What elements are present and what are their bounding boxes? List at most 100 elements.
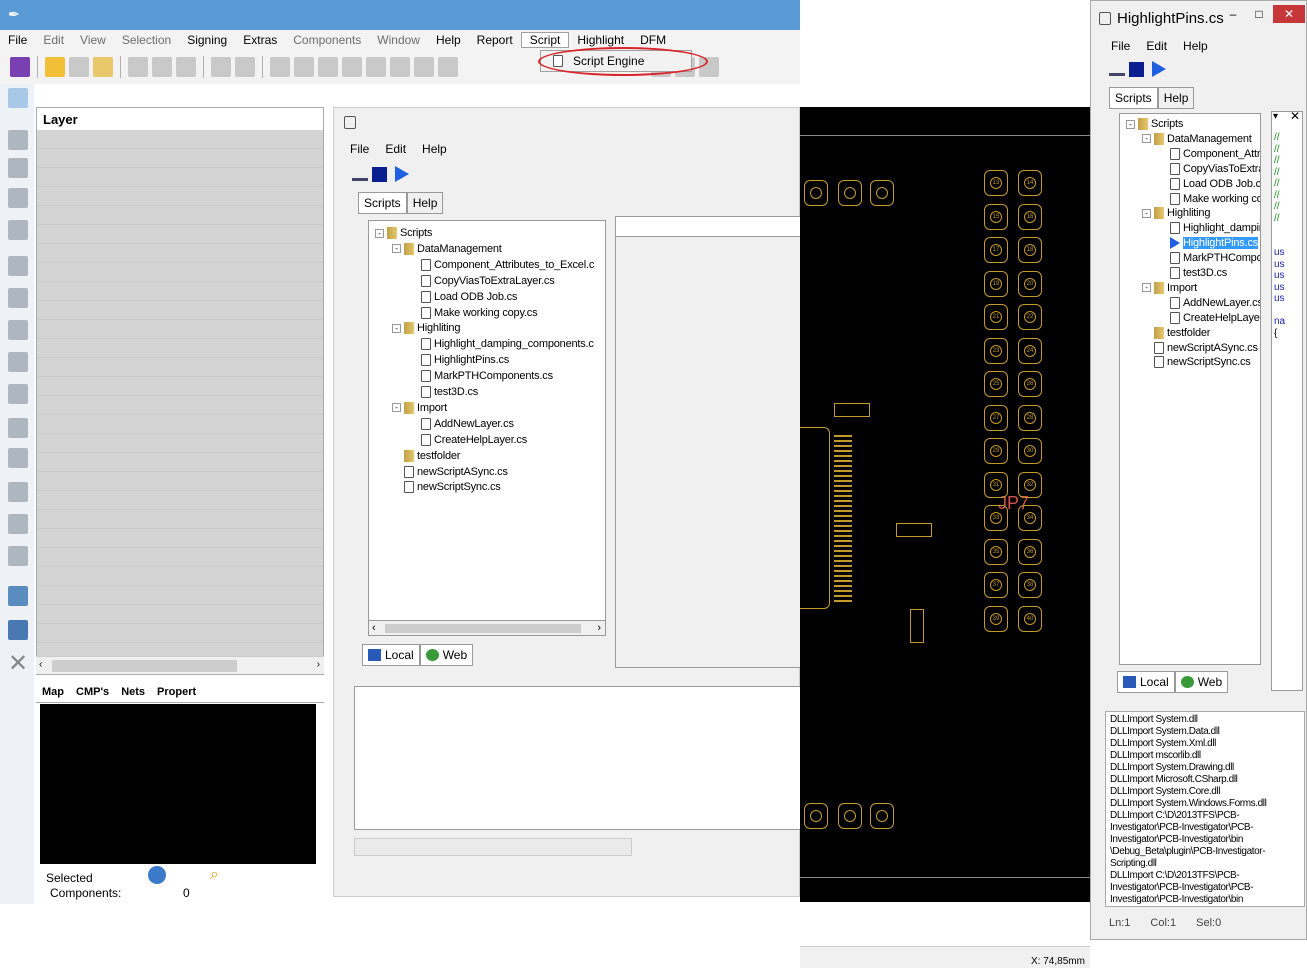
editor-tab-help[interactable]: Help	[406, 192, 444, 214]
menu-item-extras[interactable]: Extras	[235, 33, 285, 47]
expand-icon[interactable]: -	[1126, 119, 1135, 129]
menu-item-highlight[interactable]: Highlight	[569, 33, 632, 47]
route-icon[interactable]	[8, 188, 28, 208]
scroll-left-icon[interactable]: ‹	[372, 622, 376, 634]
expand-icon[interactable]: -	[392, 403, 401, 413]
menu-item-window[interactable]: Window	[369, 33, 428, 47]
pcb-pad[interactable]: 37	[984, 572, 1008, 598]
pcb-pad[interactable]: 27	[984, 404, 1008, 431]
pcb-pad[interactable]: 31	[984, 471, 1008, 498]
expand-icon[interactable]: -	[392, 323, 401, 333]
editor-menu-edit[interactable]: Edit	[385, 142, 406, 156]
expand-icon[interactable]: -	[392, 244, 401, 254]
close-button[interactable]: ✕	[1273, 5, 1305, 23]
tree-folder[interactable]: - Scripts	[375, 227, 432, 239]
star-icon[interactable]	[45, 57, 65, 77]
drill-icon[interactable]	[8, 352, 28, 372]
script-tree[interactable]: - Scripts - DataManagement Component_Attribu…	[368, 220, 606, 622]
table-icon[interactable]	[8, 448, 28, 468]
tree-hscroll[interactable]: ‹ ›	[368, 620, 606, 636]
expand-icon[interactable]: -	[1142, 208, 1151, 218]
tree-folder[interactable]: testfolder	[1142, 326, 1210, 339]
menu-item-components[interactable]: Components	[285, 33, 369, 47]
zoom-1-1-icon[interactable]	[342, 57, 362, 77]
menu-item-selection[interactable]: Selection	[114, 33, 179, 47]
tab-propert[interactable]: Propert	[151, 686, 202, 698]
pcb-pad[interactable]	[870, 803, 894, 829]
tree-script[interactable]: Make working cop	[1158, 192, 1260, 205]
select-up-icon[interactable]	[8, 130, 28, 150]
tree-script[interactable]: test3D.cs	[1158, 267, 1227, 279]
map-view[interactable]	[40, 704, 316, 864]
scroll-thumb[interactable]	[52, 660, 237, 672]
pcb-pad[interactable]	[838, 180, 862, 206]
tree-script[interactable]: CopyViasToExtraL	[1158, 162, 1260, 175]
measure-icon[interactable]	[390, 57, 410, 77]
menu-item-view[interactable]: View	[72, 33, 114, 47]
pcb-pad[interactable]: 17	[984, 237, 1008, 263]
pcb-pad[interactable]	[838, 803, 862, 829]
menu-item-dfm[interactable]: DFM	[632, 33, 674, 47]
build-icon[interactable]	[1109, 62, 1125, 76]
tree-script[interactable]: test3D.cs	[409, 386, 478, 398]
tree-folder[interactable]: - Import	[1142, 281, 1197, 294]
pcb-pad[interactable]: 36	[1018, 538, 1042, 565]
toolbar-icon[interactable]	[10, 57, 30, 77]
search-icon[interactable]	[176, 57, 196, 77]
pcb-pad[interactable]: 38	[1018, 572, 1042, 598]
tab-map[interactable]: Map	[36, 686, 70, 698]
layer-list[interactable]	[37, 130, 323, 674]
select-icon[interactable]	[8, 158, 28, 178]
editor-tab-web[interactable]: Web	[419, 644, 474, 666]
pcb-pad[interactable]: 24	[1018, 337, 1042, 364]
right-script-tree[interactable]: -Scripts-DataManagementComponent_Attribu…	[1119, 113, 1261, 665]
tree-script[interactable]: Component_Attributes_to_Excel.c	[409, 258, 594, 271]
chip-icon[interactable]	[8, 288, 28, 308]
right-menu-file[interactable]: File	[1111, 39, 1130, 53]
tab-cmps[interactable]: CMP's	[70, 686, 115, 698]
menu-item-file[interactable]: File	[0, 33, 35, 47]
run-icon[interactable]	[395, 166, 409, 182]
right-tab-web[interactable]: Web	[1174, 671, 1229, 693]
pcb-pad[interactable]: 29	[984, 438, 1008, 464]
tree-folder[interactable]: - DataManagement	[1142, 132, 1252, 145]
tree-script[interactable]: newScriptSync.cs	[392, 481, 501, 494]
pcb-canvas[interactable]: JP7 13 14 15 16 17 18 19 20 21 22 23 24 25 26 27 28 29 30…	[800, 107, 1090, 902]
expand-icon[interactable]: -	[1142, 134, 1151, 144]
globe-icon[interactable]	[148, 866, 166, 884]
pcb-pad[interactable]	[804, 180, 828, 206]
tree-folder[interactable]: - Highliting	[1142, 207, 1210, 220]
pcb-pad[interactable]: 39	[984, 605, 1008, 632]
folder-icon[interactable]	[93, 57, 113, 77]
tree-script[interactable]: CopyViasToExtraLayer.cs	[409, 274, 555, 287]
pcb-pad[interactable]: 32	[1018, 471, 1042, 498]
tree-script[interactable]: CreateHelpLayer.cs	[409, 433, 527, 446]
output-area[interactable]	[354, 686, 804, 830]
pcb-pad[interactable]: 23	[984, 337, 1008, 364]
pcb-pad[interactable]: 13	[984, 170, 1008, 196]
close-icon[interactable]: ✕	[8, 652, 28, 676]
layer-scrollbar[interactable]: ‹ ›	[36, 656, 324, 674]
pcb-pad[interactable]: 15	[984, 203, 1008, 230]
scroll-left-icon[interactable]: ‹	[39, 659, 42, 670]
expand-icon[interactable]: -	[375, 228, 384, 238]
list-icon[interactable]	[8, 320, 28, 340]
camera-icon[interactable]	[8, 482, 28, 502]
menu-item-signing[interactable]: Signing	[179, 33, 235, 47]
pcb-pad[interactable]: 33	[984, 505, 1008, 531]
right-menu-edit[interactable]: Edit	[1146, 39, 1167, 53]
editor-tab-scripts[interactable]: Scripts	[358, 192, 407, 214]
pcb-pad[interactable]: 26	[1018, 371, 1042, 397]
editor-tab-local[interactable]: Local	[362, 644, 420, 666]
layout-icon[interactable]	[8, 514, 28, 534]
tree-script[interactable]: Component_Attribu	[1158, 147, 1260, 160]
run-icon[interactable]	[1152, 61, 1166, 77]
menu-item-edit[interactable]: Edit	[35, 33, 72, 47]
editor-menu-file[interactable]: File	[350, 142, 369, 156]
editor-menu-help[interactable]: Help	[422, 142, 447, 156]
pcb-pad[interactable]: 16	[1018, 203, 1042, 230]
tree-script[interactable]: Load ODB Job.cs	[1158, 177, 1260, 190]
right-code-area[interactable]: ////////////////us us us us us na{	[1271, 111, 1303, 691]
zoom-tool-icon[interactable]	[8, 88, 28, 108]
tree-script[interactable]: HighlightPins.cs	[409, 354, 509, 367]
